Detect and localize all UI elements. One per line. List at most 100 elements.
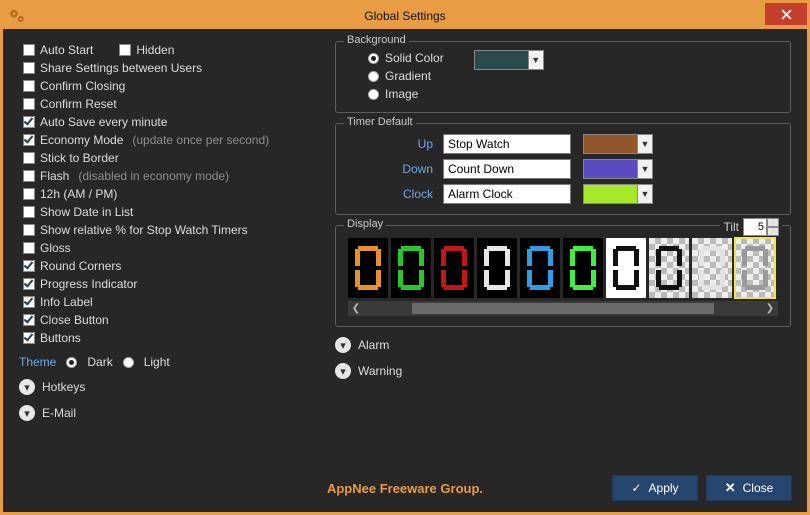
label-bg-solid: Solid Color <box>385 51 444 65</box>
legend-background: Background <box>344 34 409 46</box>
label-flash: Flash <box>40 169 69 183</box>
footer: AppNee Freeware Group. ✓ Apply ✕ Close <box>6 467 804 509</box>
label-stick-border: Stick to Border <box>40 151 119 165</box>
checkbox-buttons[interactable] <box>23 332 35 344</box>
close-button[interactable]: ✕ Close <box>706 475 792 501</box>
label-economy-mode: Economy Mode <box>40 133 123 147</box>
radio-theme-dark[interactable] <box>66 357 77 368</box>
check-icon: ✓ <box>631 481 641 495</box>
fieldset-timer-default: Timer Default Up ▼ Down ▼ Clock ▼ <box>335 123 791 215</box>
digit-style-strip <box>348 238 778 298</box>
scroll-right-icon[interactable]: ❯ <box>762 301 778 316</box>
checkbox-confirm-closing[interactable] <box>23 80 35 92</box>
radio-bg-gradient[interactable] <box>368 71 379 82</box>
label-auto-save: Auto Save every minute <box>40 115 167 129</box>
color-picker-up[interactable]: ▼ <box>583 134 653 154</box>
apply-button[interactable]: ✓ Apply <box>612 475 698 501</box>
checkbox-gloss[interactable] <box>23 242 35 254</box>
checkbox-share-settings[interactable] <box>23 62 35 74</box>
label-share-settings: Share Settings between Users <box>40 61 202 75</box>
checkbox-flash[interactable] <box>23 170 35 182</box>
label-confirm-closing: Confirm Closing <box>40 79 125 93</box>
expander-alarm[interactable]: ▾ Alarm <box>335 337 791 353</box>
tilt-input[interactable] <box>743 218 767 236</box>
global-settings-window: Global Settings Auto Start Hidden Share … <box>0 0 810 515</box>
digit-style-9[interactable] <box>735 238 775 298</box>
spinner-up-icon[interactable]: ▲ <box>767 218 779 227</box>
checkbox-show-relative[interactable] <box>23 224 35 236</box>
digit-style-7[interactable] <box>649 238 689 298</box>
digit-style-8[interactable] <box>692 238 732 298</box>
expander-warning[interactable]: ▾ Warning <box>335 363 791 379</box>
label-email: E-Mail <box>42 406 76 420</box>
window-close-button[interactable] <box>765 3 807 25</box>
tilt-spinner[interactable]: ▲▼ <box>743 218 779 236</box>
digit-style-2[interactable] <box>434 238 474 298</box>
label-hidden: Hidden <box>136 43 174 57</box>
spinner-down-icon[interactable]: ▼ <box>767 227 779 236</box>
radio-theme-light[interactable] <box>123 357 134 368</box>
color-picker-down[interactable]: ▼ <box>583 159 653 179</box>
label-show-relative: Show relative % for Stop Watch Timers <box>40 223 248 237</box>
label-alarm: Alarm <box>358 338 389 352</box>
window-title: Global Settings <box>3 9 807 23</box>
digit-style-4[interactable] <box>520 238 560 298</box>
input-up[interactable] <box>443 134 571 154</box>
radio-bg-solid[interactable] <box>368 53 379 64</box>
tilt-control: Tilt ▲▼ <box>720 218 782 236</box>
theme-label: Theme <box>19 355 56 369</box>
checkbox-info-label[interactable] <box>23 296 35 308</box>
expander-email[interactable]: ▾ E-Mail <box>19 405 319 421</box>
scroll-left-icon[interactable]: ❮ <box>348 301 364 316</box>
theme-row: Theme Dark Light <box>19 355 319 369</box>
label-info-label: Info Label <box>40 295 93 309</box>
radio-bg-image[interactable] <box>368 89 379 100</box>
dialog-body: Auto Start Hidden Share Settings between… <box>3 29 807 469</box>
label-buttons: Buttons <box>40 331 81 345</box>
checkbox-round-corners[interactable] <box>23 260 35 272</box>
digit-style-3[interactable] <box>477 238 517 298</box>
checkbox-confirm-reset[interactable] <box>23 98 35 110</box>
checkbox-12h[interactable] <box>23 188 35 200</box>
label-progress-indicator: Progress Indicator <box>40 277 137 291</box>
digit-style-5[interactable] <box>563 238 603 298</box>
checkbox-auto-start[interactable] <box>23 44 35 56</box>
label-confirm-reset: Confirm Reset <box>40 97 117 111</box>
chevron-down-icon: ▾ <box>19 405 35 421</box>
fieldset-display: Display Tilt ▲▼ ❮ ❯ <box>335 225 791 327</box>
note-flash: (disabled in economy mode) <box>78 169 229 183</box>
digit-style-6[interactable] <box>606 238 646 298</box>
checkbox-stick-border[interactable] <box>23 152 35 164</box>
checkbox-auto-save[interactable] <box>23 116 35 128</box>
scrollbar-thumb[interactable] <box>412 303 714 314</box>
checkbox-economy-mode[interactable] <box>23 134 35 146</box>
label-gloss: Gloss <box>40 241 71 255</box>
label-up: Up <box>378 137 433 151</box>
label-bg-image: Image <box>385 87 418 101</box>
scrollbar-track[interactable] <box>364 301 762 316</box>
checkbox-hidden[interactable] <box>119 44 131 56</box>
color-picker-clock[interactable]: ▼ <box>583 184 653 204</box>
checkbox-progress-indicator[interactable] <box>23 278 35 290</box>
checkbox-show-date[interactable] <box>23 206 35 218</box>
checkbox-close-button-opt[interactable] <box>23 314 35 326</box>
label-warning: Warning <box>358 364 402 378</box>
dropdown-arrow-icon: ▼ <box>637 135 652 153</box>
expander-hotkeys[interactable]: ▾ Hotkeys <box>19 379 319 395</box>
legend-display: Display <box>344 218 386 230</box>
digit-style-0[interactable] <box>348 238 388 298</box>
label-clock: Clock <box>378 187 433 201</box>
digit-style-1[interactable] <box>391 238 431 298</box>
input-clock[interactable] <box>443 184 571 204</box>
apply-label: Apply <box>649 481 679 495</box>
background-color-picker[interactable]: ▼ <box>474 50 544 70</box>
label-theme-light: Light <box>144 355 170 369</box>
close-label: Close <box>743 481 774 495</box>
right-panel: Background Solid Color Gradient Image ▼ … <box>335 41 791 469</box>
left-panel: Auto Start Hidden Share Settings between… <box>19 41 319 469</box>
chevron-down-icon: ▾ <box>335 337 351 353</box>
titlebar: Global Settings <box>3 3 807 29</box>
input-down[interactable] <box>443 159 571 179</box>
display-scrollbar[interactable]: ❮ ❯ <box>348 301 778 316</box>
label-auto-start: Auto Start <box>40 43 93 57</box>
